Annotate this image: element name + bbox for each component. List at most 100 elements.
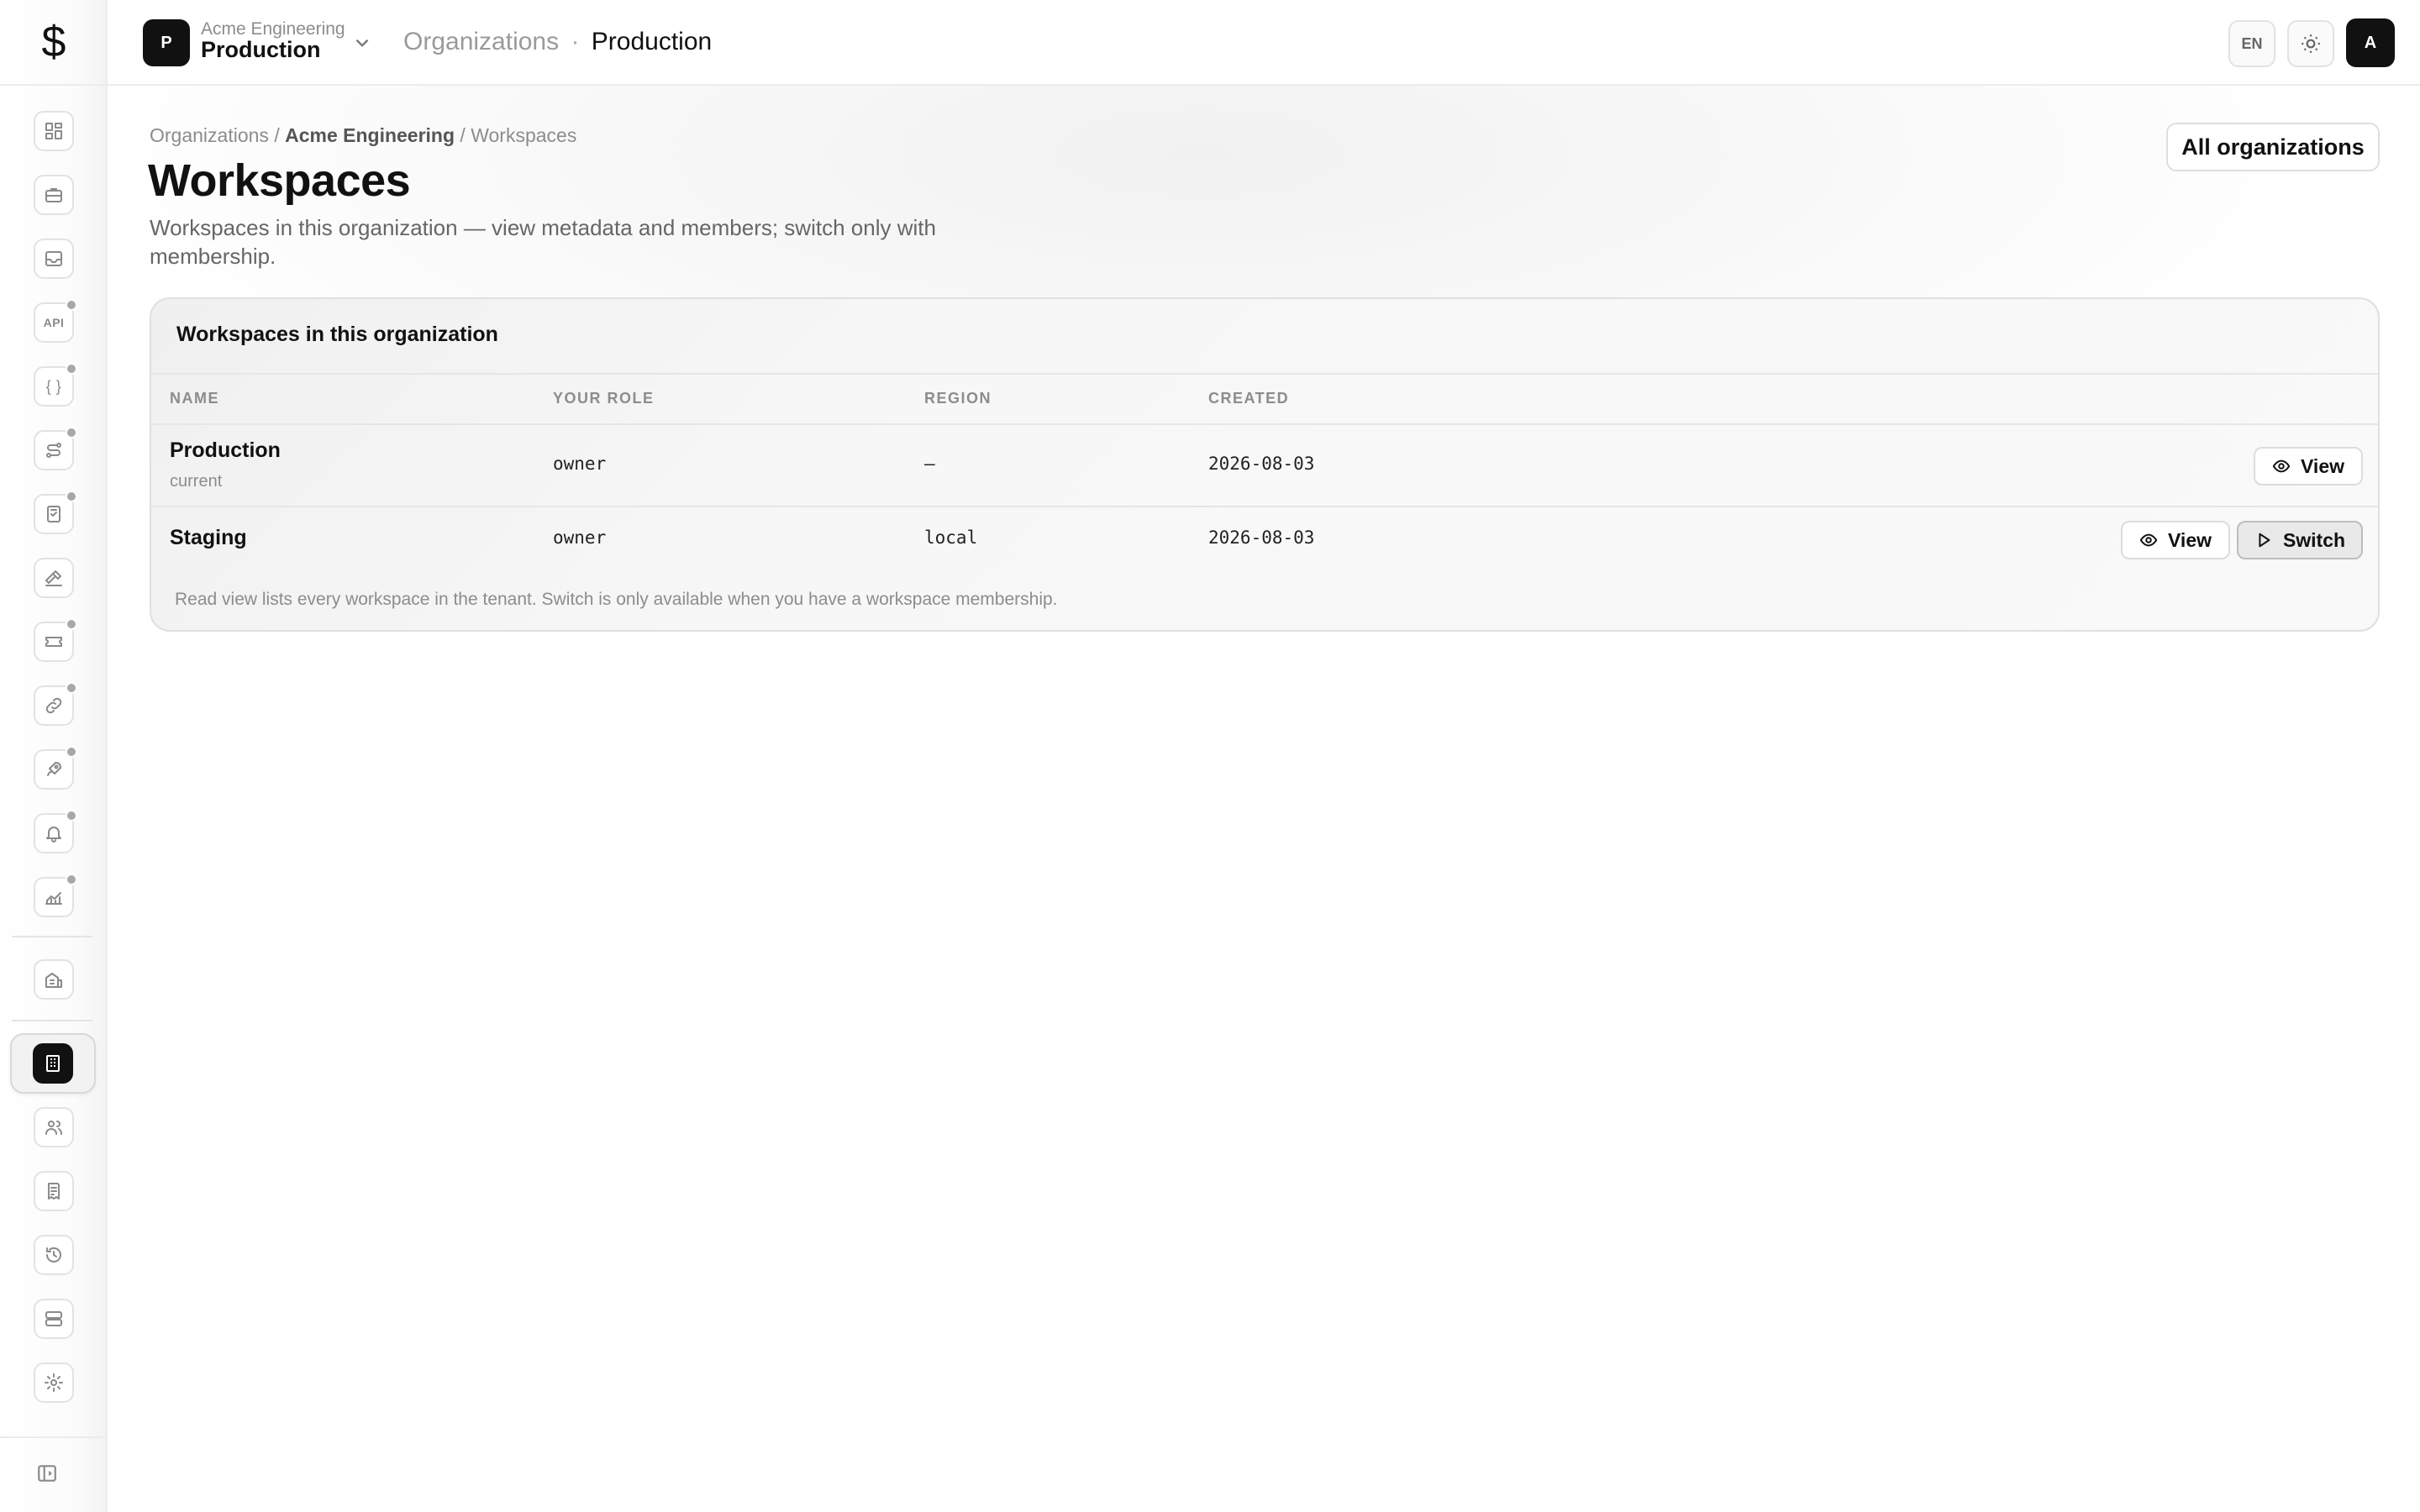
workspace-switcher-button[interactable] [351,32,373,54]
notification-dot [66,746,77,758]
dollar-logo-icon: $ [41,18,66,66]
sidebar-item-deploy[interactable] [34,746,77,790]
notification-dot [66,810,77,822]
braces-icon: { } [45,377,62,395]
switch-workspace-button[interactable]: Switch [2237,521,2363,559]
breadcrumb-org[interactable]: Acme Engineering [285,124,455,146]
role-cell: owner [553,528,607,548]
sidebar-item-organizations[interactable] [33,1043,73,1084]
column-header-created: CREATED [1208,390,1290,407]
notification-dot [66,299,77,311]
sidebar-item-inbox[interactable] [34,239,74,279]
sidebar-item-dashboard[interactable] [34,111,74,151]
sidebar-item-tickets[interactable] [34,618,77,662]
sidebar-item-tools[interactable] [34,558,74,598]
top-breadcrumb: Organizations · Production [403,28,712,56]
column-header-role: YOUR ROLE [553,390,655,407]
top-breadcrumb-separator: · [571,28,580,55]
gear-icon [45,1373,63,1392]
workspace-name-cell: Production [170,438,281,462]
eye-icon [2139,533,2158,547]
workspace-name-cell: Staging [170,526,247,549]
top-breadcrumb-current: Production [591,28,713,55]
link-icon [45,697,62,714]
play-icon [2259,533,2270,548]
rocket-icon [47,762,61,776]
receipt-icon [48,1183,60,1200]
server-icon [45,1311,62,1326]
sidebar-item-settings[interactable] [34,1362,74,1403]
sidebar-item-alerts[interactable] [34,810,77,853]
sidebar-item-billing[interactable] [34,1171,74,1211]
notification-dot [66,363,77,375]
top-bar: P Acme Engineering Production Organizati… [108,0,2420,86]
current-workspace-label: current [170,472,223,491]
chevron-down-icon [355,39,369,47]
notification-dot [66,491,77,502]
card-header-divider [151,373,2378,375]
sidebar-item-links[interactable] [34,682,77,726]
all-organizations-button[interactable]: All organizations [2166,123,2380,171]
bell-icon [46,827,61,843]
page-description: Workspaces in this organization — view m… [150,215,936,269]
sidebar-item-briefcase[interactable] [34,175,74,215]
sidebar-footer-divider [0,1436,108,1438]
sidebar-item-history[interactable] [34,1235,74,1275]
users-icon [45,1121,62,1135]
office-building-icon [46,1055,60,1072]
clipboard-check-icon [47,506,60,522]
workspace-badge[interactable]: P [143,19,190,66]
chart-icon [45,892,62,905]
api-icon: API [43,316,65,329]
hammer-icon [45,570,62,586]
breadcrumb-current: Workspaces [471,124,577,146]
sidebar-item-checklist[interactable] [34,491,77,534]
sidebar-item-buildings[interactable] [34,959,74,1000]
sidebar-item-api[interactable]: API [34,299,77,343]
user-avatar[interactable]: A [2346,18,2395,67]
view-workspace-button[interactable]: View [2254,447,2363,486]
table-header-divider [151,423,2378,425]
sidebar-item-storage[interactable] [34,1299,74,1339]
created-cell: 2026-08-03 [1208,528,1315,548]
briefcase-icon [45,188,62,202]
card-title: Workspaces in this organization [176,323,498,346]
theme-toggle-button[interactable] [2287,20,2334,67]
sun-icon [2302,34,2320,53]
top-breadcrumb-organizations[interactable]: Organizations [403,28,559,55]
panel-collapse-icon [38,1465,56,1482]
sidebar-item-code[interactable]: { } [34,363,77,407]
breadcrumb-separator: / [460,124,466,146]
workspace-name[interactable]: Production [201,37,321,63]
sidebar-collapse-button[interactable] [34,1453,60,1494]
building-icon [45,973,62,988]
row-divider [151,506,2378,507]
language-button[interactable]: EN [2228,20,2275,67]
sidebar-item-analytics[interactable] [34,874,77,917]
sidebar-divider [12,936,92,937]
sidebar-item-routes[interactable] [34,427,77,470]
notification-dot [66,427,77,438]
sidebar-divider [12,1020,92,1021]
ticket-icon [45,637,62,647]
created-cell: 2026-08-03 [1208,454,1315,474]
region-cell: — [924,454,935,474]
route-icon [46,443,61,458]
dashboard-grid-icon [45,123,62,139]
column-header-name: NAME [170,390,219,407]
view-button-label: View [2168,528,2212,551]
eye-icon [2272,459,2291,473]
notification-dot [66,874,77,885]
notification-dot [66,618,77,630]
sidebar-item-members[interactable] [34,1107,74,1147]
column-header-region: REGION [924,390,992,407]
app-logo[interactable]: $ [0,0,108,86]
table-footnote: Read view lists every workspace in the t… [175,590,1058,609]
breadcrumb-organizations[interactable]: Organizations [150,124,269,146]
view-workspace-button[interactable]: View [2121,521,2230,559]
history-icon [46,1247,61,1263]
workspaces-card: Workspaces in this organization NAME YOU… [150,297,2380,632]
region-cell: local [924,528,978,548]
breadcrumb: Organizations / Acme Engineering / Works… [150,124,576,147]
role-cell: owner [553,454,607,474]
